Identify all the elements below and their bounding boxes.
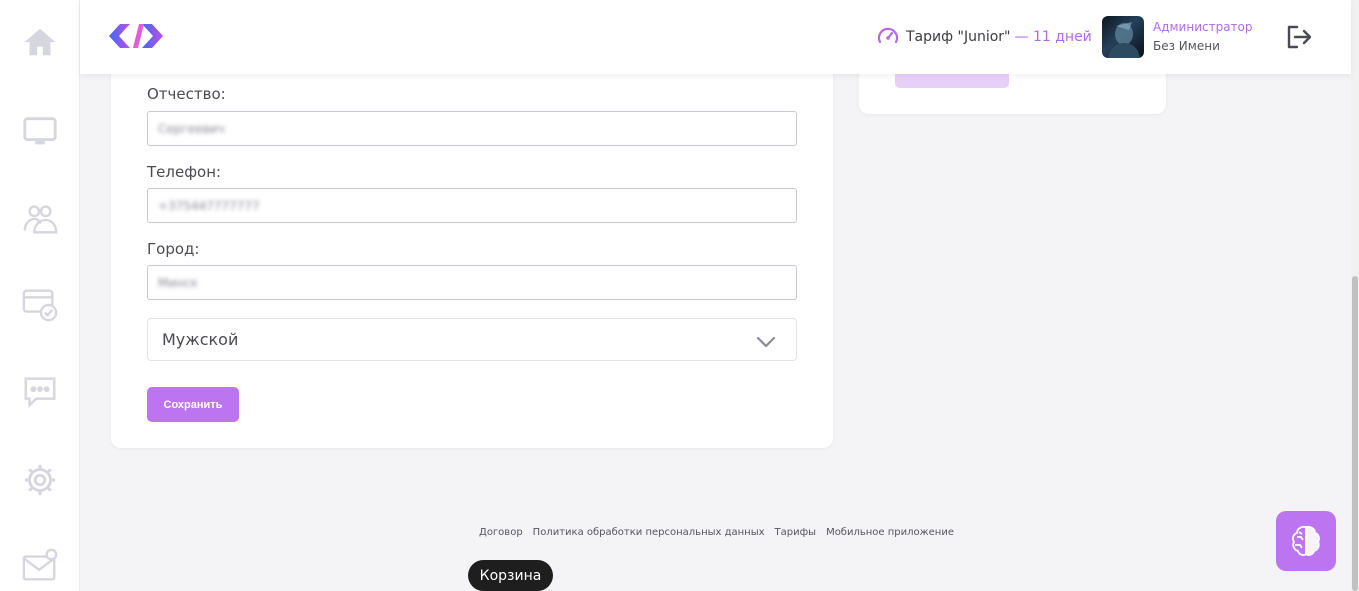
chevron-down-icon (756, 336, 776, 348)
avatar[interactable] (1102, 16, 1144, 58)
sidebar (0, 0, 80, 591)
user-name: Без Имени (1153, 39, 1220, 53)
city-label: Город: (147, 240, 200, 258)
footer-link-tariffs[interactable]: Тарифы (775, 527, 817, 538)
footer-link-privacy[interactable]: Политика обработки персональных данных (533, 527, 765, 538)
city-value: Минск (158, 275, 198, 290)
chat-icon[interactable] (20, 372, 60, 412)
top-header: Тариф "Junior" — 11 дней Администратор Б… (80, 0, 1351, 74)
tariff-days: — 11 дней (1014, 29, 1092, 45)
logout-icon[interactable] (1285, 24, 1313, 50)
gender-selected: Мужской (162, 330, 239, 349)
tariff-name: Тариф "Junior" (906, 29, 1011, 45)
patronymic-label: Отчество: (147, 85, 226, 103)
users-icon[interactable] (20, 198, 60, 238)
footer-link-contract[interactable]: Договор (479, 527, 523, 538)
home-icon[interactable] (20, 22, 60, 62)
patronymic-input[interactable]: Сергеевич (147, 111, 797, 146)
cart-tooltip: Корзина (468, 560, 553, 591)
speedometer-icon (877, 27, 899, 44)
monitor-icon[interactable] (20, 111, 60, 151)
footer-links: Договор Политика обработки персональных … (479, 527, 954, 538)
patronymic-value: Сергеевич (158, 121, 225, 136)
save-button[interactable]: Сохранить (147, 387, 239, 422)
brain-icon (1292, 525, 1320, 556)
city-input[interactable]: Минск (147, 265, 797, 300)
gear-icon[interactable] (20, 460, 60, 500)
phone-value: +375447777777 (158, 198, 260, 213)
logo[interactable] (106, 22, 164, 50)
footer-link-mobile-app[interactable]: Мобильное приложение (826, 527, 954, 538)
scrollbar-thumb[interactable] (1352, 276, 1358, 591)
payment-card-icon[interactable] (20, 284, 60, 324)
phone-label: Телефон: (147, 163, 222, 181)
phone-input[interactable]: +375447777777 (147, 188, 797, 223)
mail-notification-icon[interactable] (20, 546, 60, 586)
ai-assistant-button[interactable] (1276, 511, 1336, 571)
user-role[interactable]: Администратор (1153, 20, 1253, 34)
tariff-info[interactable]: Тариф "Junior" — 11 дней (876, 25, 1092, 49)
gender-select[interactable]: Мужской (147, 318, 797, 361)
